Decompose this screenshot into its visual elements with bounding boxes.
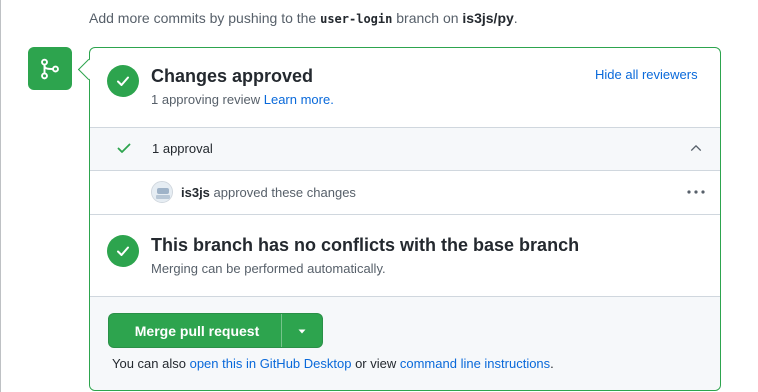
push-text-prefix: Add more commits by pushing to the [89,10,321,26]
footer-prefix: You can also [112,356,190,371]
reviewer-action-text: approved these changes [209,185,356,200]
approval-count-label: 1 approval [152,141,213,156]
footer-middle: or view [351,356,400,371]
footer-suffix: . [550,356,554,371]
reviewer-username[interactable]: is3js [181,185,210,200]
approval-check-icon [117,143,131,153]
push-text-middle: branch on [392,10,463,26]
triangle-down-icon [298,329,306,333]
check-icon [117,76,129,86]
reviewer-line: is3js approved these changes [181,185,356,200]
merge-automatic-text: Merging can be performed automatically. [151,261,386,276]
command-line-instructions-link[interactable]: command line instructions [400,356,550,371]
open-github-desktop-link[interactable]: open this in GitHub Desktop [190,356,352,371]
approving-review-text: 1 approving review Learn more. [151,92,334,107]
push-text-suffix: . [513,10,518,26]
approved-check-circle [107,65,139,97]
merge-footer-text: You can also open this in GitHub Desktop… [112,356,554,371]
learn-more-link[interactable]: Learn more. [264,92,334,107]
push-instructions: Add more commits by pushing to the user-… [89,10,518,26]
changes-approved-title: Changes approved [151,66,314,86]
merge-method-dropdown-button[interactable] [282,314,322,347]
no-conflicts-title: This branch has no conflicts with the ba… [151,235,580,255]
repo-name: is3js/py [462,10,514,26]
merge-pull-request-button-group: Merge pull request [108,313,323,348]
reviewer-avatar[interactable] [151,181,173,203]
git-merge-badge [28,47,72,90]
branch-name: user-login [320,12,393,26]
hide-all-reviewers-link[interactable]: Hide all reviewers [595,67,698,82]
merge-pull-request-button[interactable]: Merge pull request [109,314,281,347]
check-icon [117,246,129,256]
git-branch-icon [41,58,59,79]
left-edge-line [0,0,1,392]
approving-review-count: 1 approving review [151,92,264,107]
kebab-menu-icon[interactable] [686,183,706,204]
no-conflicts-check-circle [107,235,139,267]
section-divider [90,214,720,215]
chevron-up-icon[interactable] [689,141,703,155]
